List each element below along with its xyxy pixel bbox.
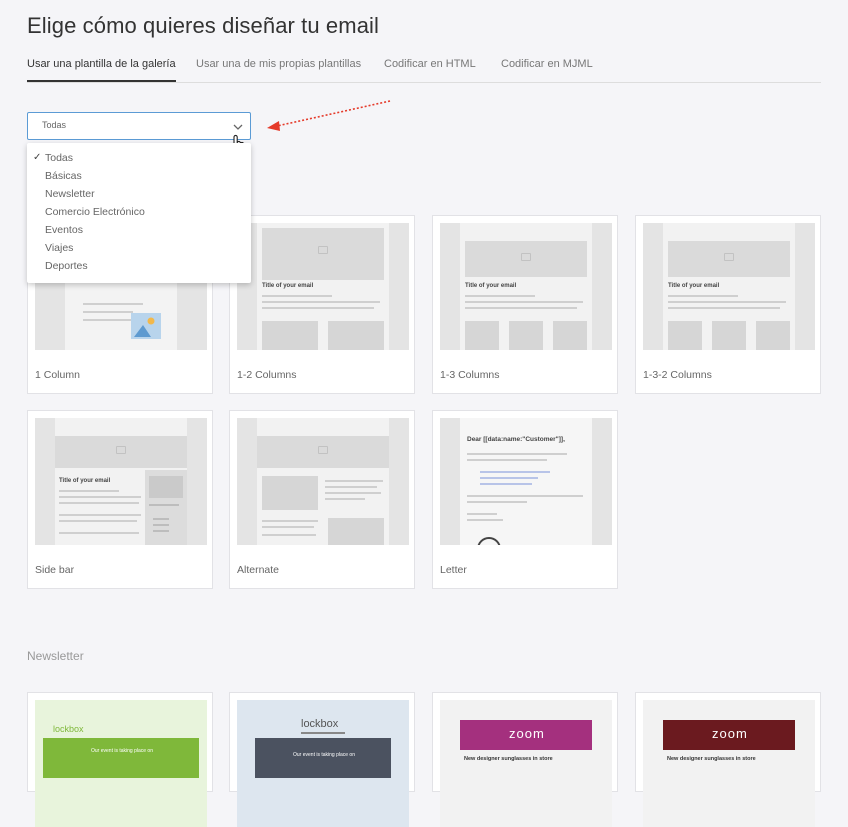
dropdown-option-eventos[interactable]: Eventos bbox=[45, 224, 83, 236]
dropdown-option-ecommerce[interactable]: Comercio Electrónico bbox=[45, 206, 145, 218]
template-card-1-2-columns[interactable]: Title of your email 1-2 Columns bbox=[229, 215, 415, 394]
template-thumbnail: lockbox Our event is taking place on bbox=[35, 700, 207, 827]
newsletter-section-title: Newsletter bbox=[27, 649, 84, 663]
tab-code-html[interactable]: Codificar en HTML bbox=[384, 58, 476, 70]
red-arrow-annotation bbox=[267, 100, 391, 131]
image-placeholder-icon bbox=[318, 246, 328, 254]
tab-bar: Usar una plantilla de la galería Usar un… bbox=[27, 56, 821, 83]
image-placeholder-icon bbox=[521, 253, 531, 261]
stamp-image bbox=[477, 537, 501, 545]
template-thumbnail: Title of your email bbox=[237, 223, 409, 350]
template-label: Letter bbox=[440, 564, 467, 576]
template-label: Alternate bbox=[237, 564, 280, 576]
newsletter-card-lockbox-green[interactable]: lockbox Our event is taking place on bbox=[27, 692, 213, 827]
template-card-1-3-2-columns[interactable]: Title of your email 1-3-2 Columns bbox=[635, 215, 821, 394]
template-thumbnail: lockbox Our event is taking place on bbox=[237, 700, 409, 827]
category-select-value: Todas bbox=[42, 120, 67, 130]
template-label: 1-3-2 Columns bbox=[643, 369, 712, 381]
template-label: Side bar bbox=[35, 564, 75, 576]
template-thumbnail: Title of your email bbox=[643, 223, 815, 350]
chevron-down-icon bbox=[233, 124, 243, 130]
template-card-1-3-columns[interactable]: Title of your email 1-3 Columns bbox=[432, 215, 618, 394]
template-label: 1 Column bbox=[35, 369, 80, 381]
tab-gallery[interactable]: Usar una plantilla de la galería bbox=[27, 58, 176, 82]
image-placeholder-icon bbox=[724, 253, 734, 261]
template-thumbnail: Dear [[data:name:"Customer"]], bbox=[440, 418, 612, 545]
template-thumbnail: zoom New designer sunglasses in store bbox=[440, 700, 612, 827]
newsletter-card-zoom-purple[interactable]: zoom New designer sunglasses in store bbox=[432, 692, 618, 827]
template-label: 1-2 Columns bbox=[237, 369, 297, 381]
dropdown-option-todas[interactable]: ✓ Todas bbox=[33, 152, 73, 164]
dropdown-option-viajes[interactable]: Viajes bbox=[45, 242, 73, 254]
category-dropdown: ✓ Todas Básicas Newsletter Comercio Elec… bbox=[27, 143, 251, 283]
newsletter-card-zoom-dark[interactable]: zoom New designer sunglasses in store bbox=[635, 692, 821, 827]
tab-code-mjml[interactable]: Codificar en MJML bbox=[501, 58, 593, 70]
tab-own-templates[interactable]: Usar una de mis propias plantillas bbox=[196, 58, 361, 70]
page-title: Elige cómo quieres diseñar tu email bbox=[27, 13, 380, 38]
template-thumbnail: Title of your email bbox=[440, 223, 612, 350]
image-placeholder-icon bbox=[116, 446, 126, 454]
dropdown-option-basicas[interactable]: Básicas bbox=[45, 170, 82, 182]
template-card-side-bar[interactable]: Title of your email Side bar bbox=[27, 410, 213, 589]
template-thumbnail: zoom New designer sunglasses in store bbox=[643, 700, 815, 827]
image-placeholder-icon bbox=[318, 446, 328, 454]
template-thumbnail: Title of your email bbox=[35, 418, 207, 545]
dropdown-option-newsletter[interactable]: Newsletter bbox=[45, 188, 95, 200]
check-icon: ✓ bbox=[33, 152, 42, 163]
dropdown-option-deportes[interactable]: Deportes bbox=[45, 260, 88, 272]
template-card-alternate[interactable]: Alternate bbox=[229, 410, 415, 589]
template-label: 1-3 Columns bbox=[440, 369, 500, 381]
template-thumbnail bbox=[237, 418, 409, 545]
image-placeholder-icon bbox=[131, 313, 161, 339]
newsletter-card-lockbox-blue[interactable]: lockbox Our event is taking place on bbox=[229, 692, 415, 827]
category-select[interactable]: Todas bbox=[27, 112, 251, 140]
template-card-letter[interactable]: Dear [[data:name:"Customer"]], Letter bbox=[432, 410, 618, 589]
